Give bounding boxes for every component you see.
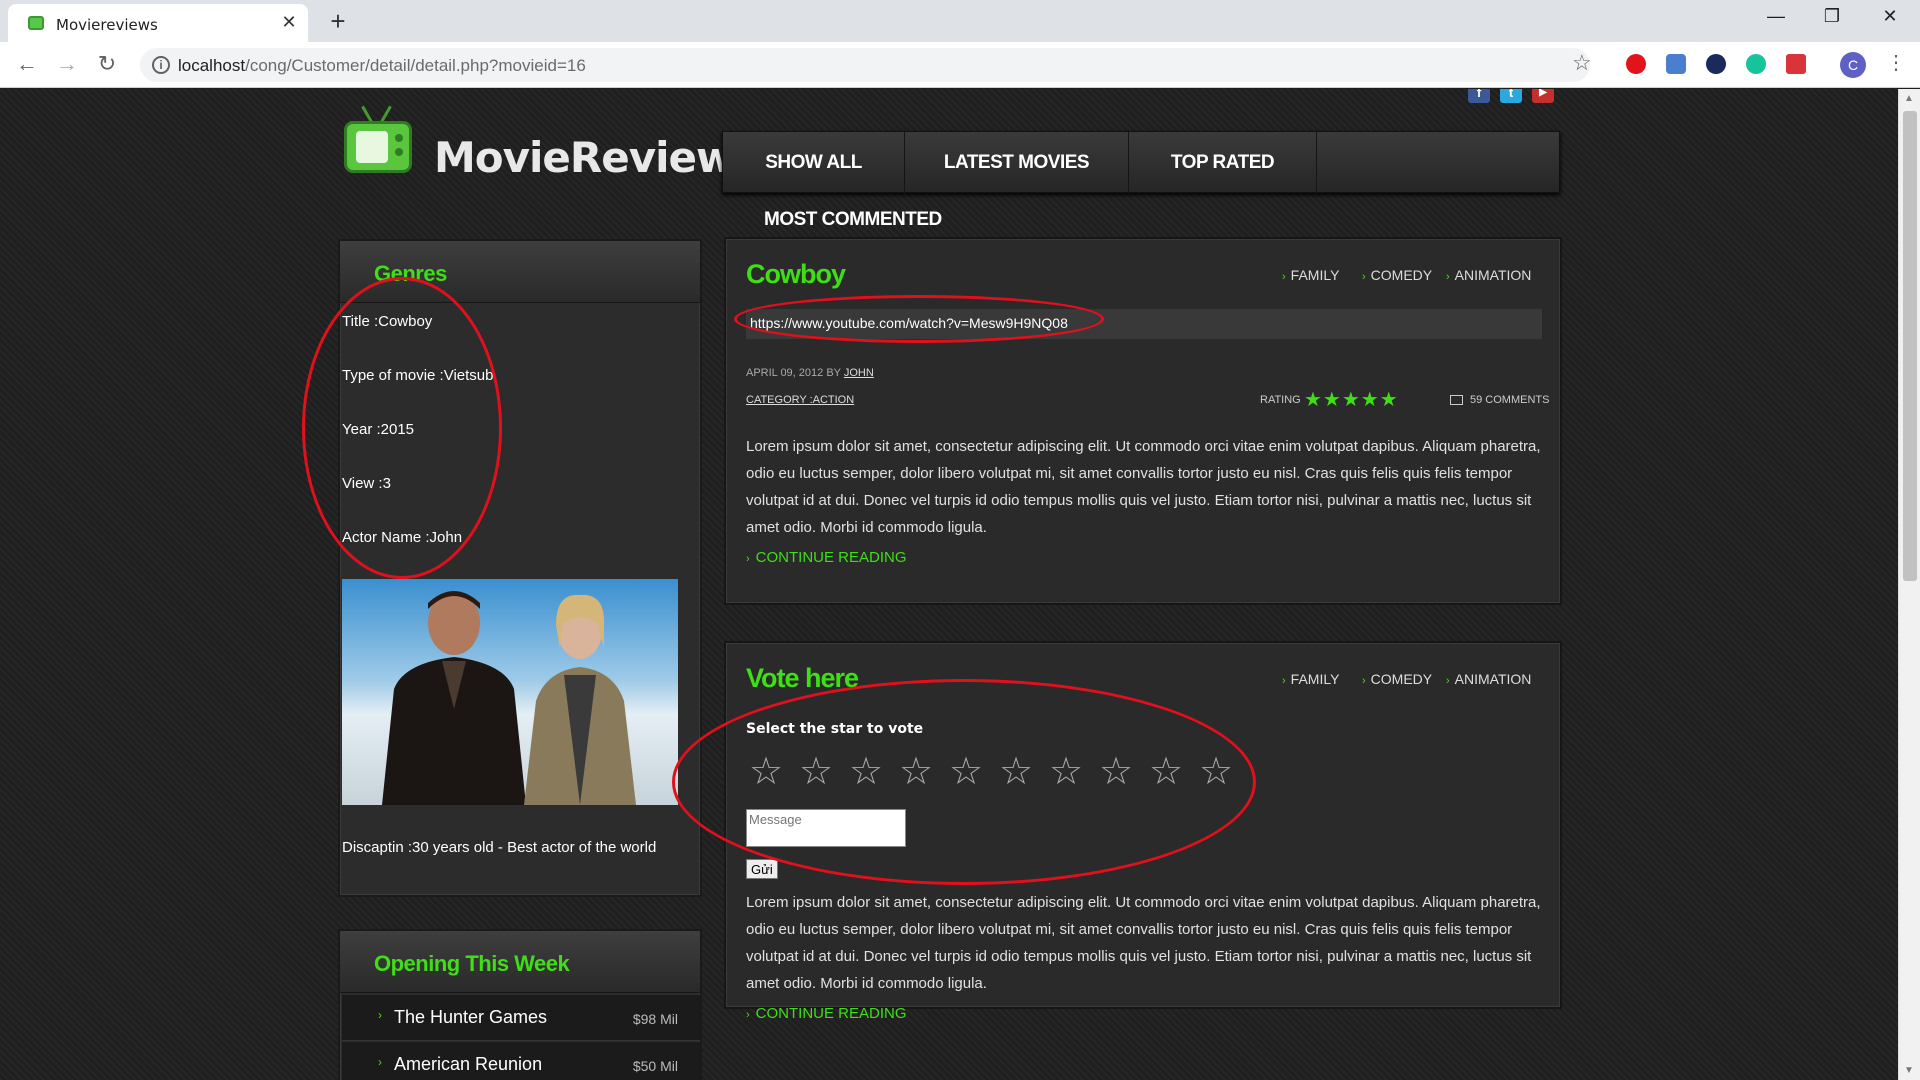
- cube-extension-icon[interactable]: [1666, 54, 1686, 74]
- minimize-button[interactable]: —: [1756, 6, 1796, 27]
- twitter-icon[interactable]: t: [1500, 89, 1522, 103]
- comments-count[interactable]: 59 COMMENTS: [1470, 394, 1549, 406]
- vote-star-9[interactable]: ☆: [1144, 749, 1188, 794]
- nav-top-rated[interactable]: TOP RATED: [1129, 132, 1317, 194]
- movie-view-info: View :3: [342, 475, 391, 492]
- vote-star-8[interactable]: ☆: [1094, 749, 1138, 794]
- main-navigation: SHOW ALL LATEST MOVIES TOP RATED: [722, 131, 1560, 194]
- vote-star-5[interactable]: ☆: [944, 749, 988, 794]
- vote-star-2[interactable]: ☆: [794, 749, 838, 794]
- video-url[interactable]: https://www.youtube.com/watch?v=Mesw9H9N…: [750, 315, 1068, 331]
- movie-name[interactable]: The Hunter Games: [394, 1007, 547, 1028]
- rating-stars: ★★★★★: [1304, 389, 1399, 411]
- close-tab-icon[interactable]: ✕: [278, 12, 300, 33]
- restore-button[interactable]: ❐: [1812, 6, 1852, 27]
- continue-reading-link[interactable]: › CONTINUE READING: [746, 1005, 907, 1022]
- close-window-button[interactable]: ✕: [1870, 6, 1910, 27]
- tag-comedy[interactable]: › COMEDY: [1362, 267, 1432, 283]
- list-item[interactable]: › The Hunter Games $98 Mil: [342, 995, 700, 1041]
- vote-star-4[interactable]: ☆: [894, 749, 938, 794]
- browser-tab-strip: Moviereviews ✕ + — ❐ ✕: [0, 0, 1920, 42]
- author-link[interactable]: JOHN: [844, 367, 874, 379]
- site-logo-text[interactable]: MovieReviews: [434, 133, 759, 182]
- movie-title-info: Title :Cowboy: [342, 313, 433, 330]
- vote-star-3[interactable]: ☆: [844, 749, 888, 794]
- opening-title: Opening This Week: [374, 951, 570, 976]
- vote-star-6[interactable]: ☆: [994, 749, 1038, 794]
- list-item[interactable]: › American Reunion $50 Mil: [342, 1042, 700, 1080]
- facebook-icon[interactable]: f: [1468, 89, 1490, 103]
- movie-gross: $98 Mil: [632, 1011, 678, 1027]
- youtube-icon[interactable]: ▶: [1532, 89, 1554, 103]
- movie-poster-image: [342, 579, 678, 805]
- bookmark-star-icon[interactable]: ☆: [1572, 50, 1592, 76]
- genres-panel-header: Genres: [340, 241, 700, 303]
- genres-title: Genres: [374, 261, 447, 286]
- tag-animation[interactable]: › ANIMATION: [1446, 267, 1531, 283]
- continue-reading-link[interactable]: › CONTINUE READING: [746, 549, 907, 566]
- post-body: Lorem ipsum dolor sit amet, consectetur …: [746, 438, 1541, 536]
- url-text[interactable]: localhost/cong/Customer/detail/detail.ph…: [178, 56, 586, 76]
- opening-this-week-panel: Opening This Week › The Hunter Games $98…: [338, 929, 702, 1080]
- tag-family[interactable]: › FAMILY: [1282, 671, 1339, 687]
- vote-post: Vote here › FAMILY › COMEDY › ANIMATION Sel…: [724, 641, 1562, 1022]
- page-viewport: f t ▶ MovieReviews SHOW ALL LATEST MOVIE…: [0, 89, 1898, 1080]
- pocket-extension-icon[interactable]: [1786, 54, 1806, 74]
- opera-extension-icon[interactable]: [1626, 54, 1646, 74]
- profile-avatar[interactable]: C: [1840, 52, 1866, 78]
- browser-tab[interactable]: Moviereviews ✕: [8, 4, 308, 42]
- chevron-right-icon: ›: [378, 1055, 382, 1069]
- nav-show-all[interactable]: SHOW ALL: [723, 132, 905, 194]
- tag-family[interactable]: › FAMILY: [1282, 267, 1339, 283]
- comment-icon: [1450, 395, 1463, 405]
- reload-icon[interactable]: ↻: [92, 51, 122, 79]
- tag-comedy[interactable]: › COMEDY: [1362, 671, 1432, 687]
- vote-star-10[interactable]: ☆: [1194, 749, 1238, 794]
- vote-star-1[interactable]: ☆: [744, 749, 788, 794]
- video-url-box: https://www.youtube.com/watch?v=Mesw9H9N…: [746, 309, 1542, 339]
- opening-panel-header: Opening This Week: [340, 931, 700, 993]
- tv-favicon-icon: [28, 16, 44, 30]
- grammarly-extension-icon[interactable]: [1746, 54, 1766, 74]
- movie-gross: $50 Mil: [632, 1058, 678, 1074]
- nav-most-commented[interactable]: MOST COMMENTED: [764, 209, 942, 231]
- scroll-down-icon[interactable]: ▼: [1904, 1065, 1914, 1076]
- message-input[interactable]: [746, 809, 906, 847]
- address-bar[interactable]: i localhost/cong/Customer/detail/detail.…: [140, 48, 1590, 82]
- browser-menu-icon[interactable]: ⋮: [1886, 50, 1906, 75]
- genres-panel: Genres Title :Cowboy Type of movie :Viet…: [338, 239, 702, 897]
- forward-arrow-icon[interactable]: →: [52, 51, 82, 79]
- new-tab-button[interactable]: +: [324, 6, 352, 37]
- actor-description: Discaptin :30 years old - Best actor of …: [342, 839, 657, 856]
- movie-year-info: Year :2015: [342, 421, 415, 438]
- movie-name[interactable]: American Reunion: [394, 1054, 542, 1075]
- back-arrow-icon[interactable]: ←: [12, 51, 42, 79]
- post-title: Vote here: [746, 663, 859, 693]
- moon-extension-icon[interactable]: [1706, 54, 1726, 74]
- vote-star-7[interactable]: ☆: [1044, 749, 1088, 794]
- site-info-icon[interactable]: i: [152, 56, 170, 74]
- tag-animation[interactable]: › ANIMATION: [1446, 671, 1531, 687]
- post-category[interactable]: CATEGORY :ACTION: [746, 394, 854, 406]
- tab-title: Moviereviews: [56, 16, 158, 34]
- page-scrollbar[interactable]: ▲ ▼: [1898, 89, 1920, 1080]
- scroll-thumb[interactable]: [1903, 111, 1917, 581]
- rating-label: RATING: [1260, 394, 1301, 406]
- vote-instruction: Select the star to vote: [746, 721, 924, 737]
- movie-post: Cowboy › FAMILY › COMEDY › ANIMATION https:…: [724, 237, 1562, 605]
- tv-logo-icon[interactable]: [344, 121, 412, 173]
- post-title[interactable]: Cowboy: [746, 259, 846, 290]
- nav-latest-movies[interactable]: LATEST MOVIES: [905, 132, 1129, 194]
- actor-name-info: Actor Name :John: [342, 529, 463, 546]
- post-date-author: APRIL 09, 2012 BY JOHN: [746, 367, 874, 379]
- send-button[interactable]: Gửi: [746, 859, 778, 879]
- post-body: Lorem ipsum dolor sit amet, consectetur …: [746, 894, 1541, 992]
- movie-type-info: Type of movie :Vietsub: [342, 367, 494, 384]
- scroll-up-icon[interactable]: ▲: [1904, 93, 1914, 104]
- chevron-right-icon: ›: [378, 1008, 382, 1022]
